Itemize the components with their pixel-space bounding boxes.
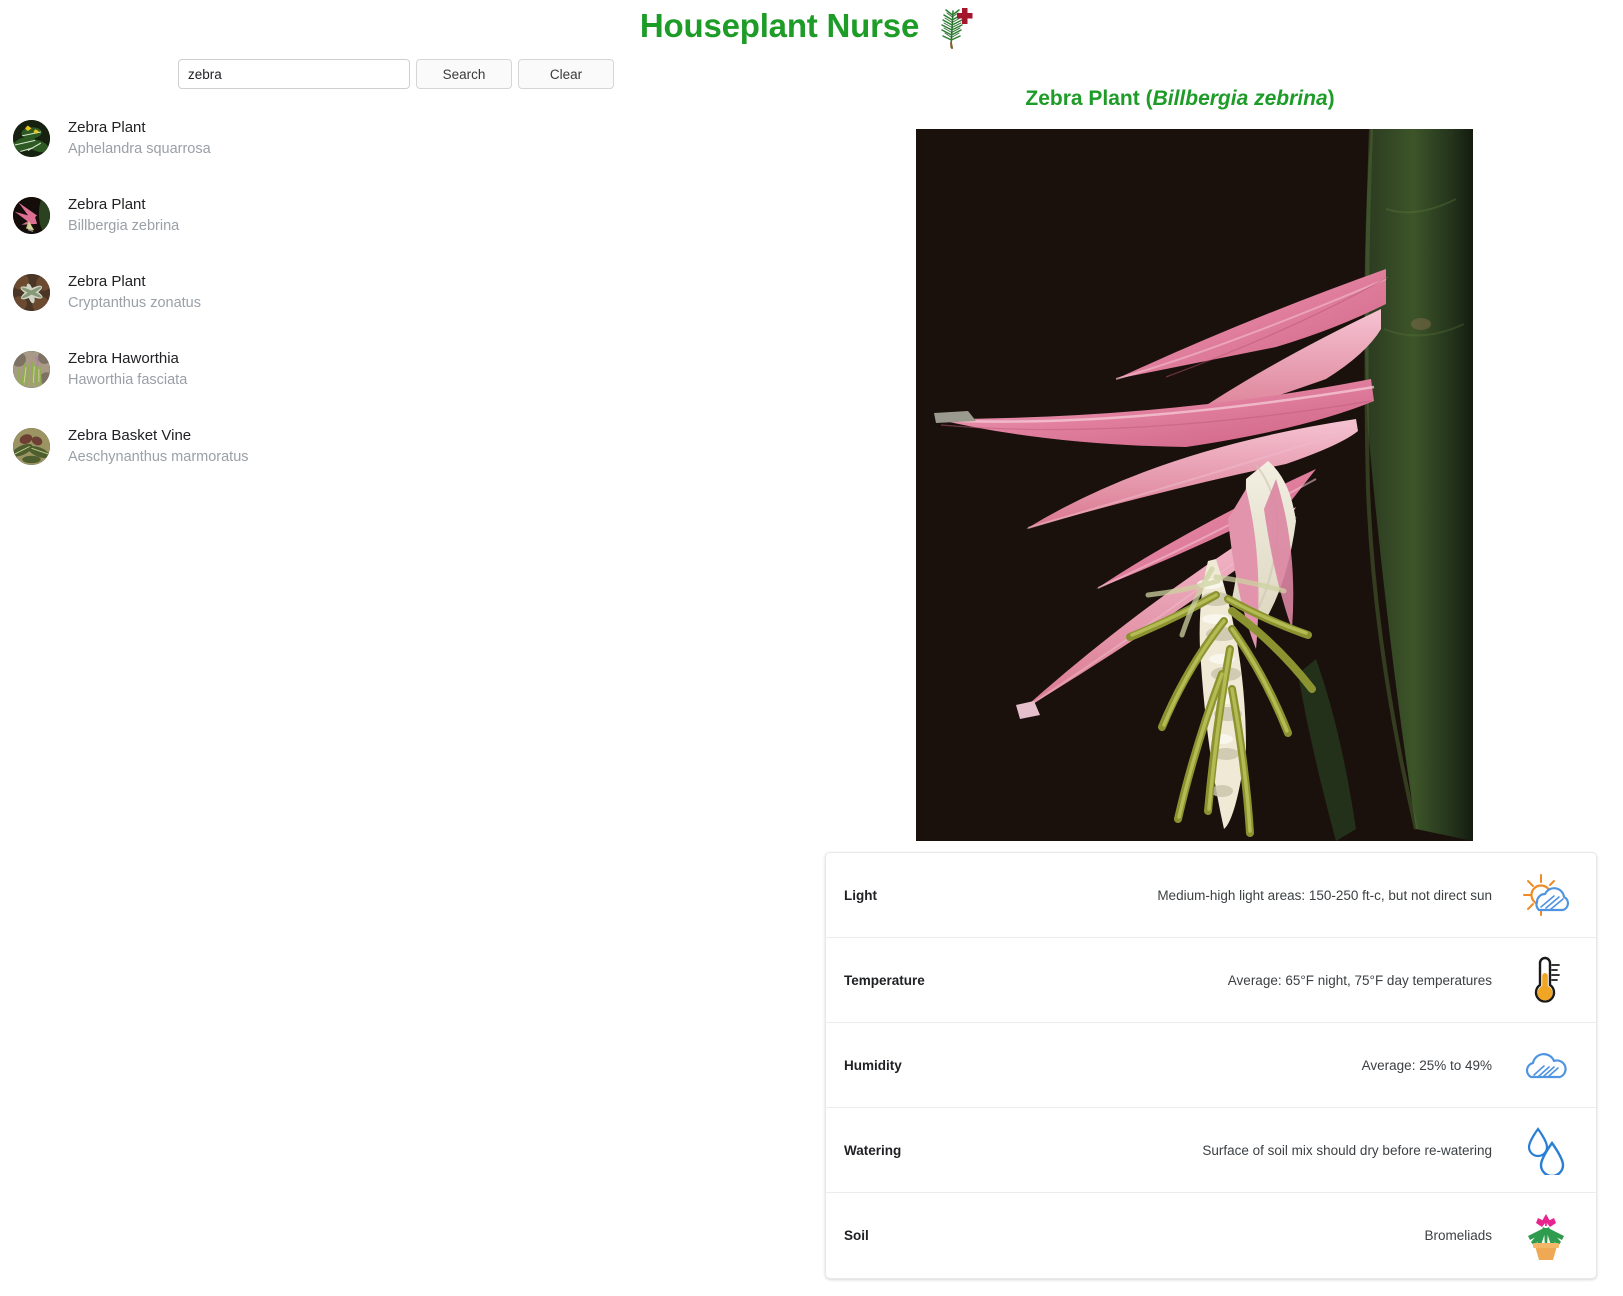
care-info-card: Light Medium-high light areas: 150-250 f… [825, 852, 1597, 1279]
list-item-text: Zebra Plant Billbergia zebrina [68, 196, 179, 236]
cloud-icon [1518, 1039, 1574, 1091]
clear-button[interactable]: Clear [518, 59, 614, 89]
detail-close-paren: ) [1327, 87, 1335, 110]
care-value: Average: 25% to 49% [1361, 1057, 1492, 1073]
care-label: Humidity [844, 1057, 902, 1073]
plant-common-name: Zebra Basket Vine [68, 426, 192, 444]
thermometer-icon [1518, 954, 1574, 1006]
plant-scientific-name: Billbergia zebrina [68, 218, 180, 235]
care-row-temperature: Temperature Average: 65°F night, 75°F da… [826, 938, 1596, 1023]
search-button[interactable]: Search [416, 59, 512, 89]
detail-common-name: Zebra Plant [1025, 87, 1140, 110]
page-title: Houseplant Nurse [639, 7, 920, 44]
aphelandra-thumb [13, 120, 50, 157]
potted-bromeliad-icon [1518, 1210, 1574, 1262]
plant-detail-pane: Zebra Plant (Billbergia zebrina) Light M… [795, 76, 1623, 1296]
cryptanthus-thumb [13, 274, 50, 311]
plant-scientific-name: Haworthia fasciata [68, 372, 188, 389]
care-value: Average: 65°F night, 75°F day temperatur… [1227, 972, 1492, 988]
plant-common-name: Zebra Haworthia [68, 349, 179, 367]
care-label: Soil [844, 1228, 869, 1243]
list-item[interactable]: Zebra Plant Billbergia zebrina [0, 177, 700, 254]
app-header: Houseplant Nurse [0, 0, 1623, 52]
list-item[interactable]: Zebra Basket Vine Aeschynanthus marmorat… [0, 408, 700, 485]
detail-scientific-name: Billbergia zebrina [1152, 87, 1328, 110]
haworthia-thumb [13, 351, 50, 388]
detail-title: Zebra Plant (Billbergia zebrina) [795, 87, 1565, 111]
plant-scientific-name: Aphelandra squarrosa [68, 141, 211, 158]
list-item[interactable]: Zebra Plant Aphelandra squarrosa [0, 100, 700, 177]
aeschynanthus-thumb [13, 428, 50, 465]
plant-common-name: Zebra Plant [68, 272, 146, 290]
list-item[interactable]: Zebra Haworthia Haworthia fasciata [0, 331, 700, 408]
plant-scientific-name: Cryptanthus zonatus [68, 295, 201, 312]
care-label: Watering [844, 1142, 902, 1158]
search-results-list: Zebra Plant Aphelandra squarrosa Zebra P… [0, 100, 700, 485]
detail-open-paren: ( [1139, 87, 1153, 110]
sun-behind-cloud-icon [1518, 869, 1574, 921]
list-item-text: Zebra Haworthia Haworthia fasciata [68, 350, 187, 390]
list-item-text: Zebra Plant Aphelandra squarrosa [68, 119, 211, 159]
list-item[interactable]: Zebra Plant Cryptanthus zonatus [0, 254, 700, 331]
plant-scientific-name: Aeschynanthus marmoratus [68, 449, 249, 466]
care-value: Bromeliads [1424, 1228, 1492, 1243]
care-label: Light [844, 887, 877, 903]
plant-photo [916, 129, 1473, 841]
plant-common-name: Zebra Plant [68, 118, 146, 136]
care-value: Medium-high light areas: 150-250 ft-c, b… [1157, 887, 1492, 903]
list-item-text: Zebra Plant Cryptanthus zonatus [68, 273, 201, 313]
care-row-watering: Watering Surface of soil mix should dry … [826, 1108, 1596, 1193]
plant-common-name: Zebra Plant [68, 195, 146, 213]
search-input[interactable] [178, 59, 410, 89]
water-drops-icon [1518, 1124, 1574, 1176]
care-row-light: Light Medium-high light areas: 150-250 f… [826, 853, 1596, 938]
care-row-soil: Soil Bromeliads [826, 1193, 1596, 1278]
list-item-text: Zebra Basket Vine Aeschynanthus marmorat… [68, 427, 249, 467]
app-title-wrap: Houseplant Nurse [640, 3, 977, 49]
care-label: Temperature [844, 972, 925, 988]
billbergia-thumb [13, 197, 50, 234]
search-bar: Search Clear [178, 59, 614, 89]
care-value: Surface of soil mix should dry before re… [1202, 1142, 1492, 1158]
fir-branch-with-red-cross-icon [929, 3, 977, 49]
care-row-humidity: Humidity Average: 25% to 49% [826, 1023, 1596, 1108]
